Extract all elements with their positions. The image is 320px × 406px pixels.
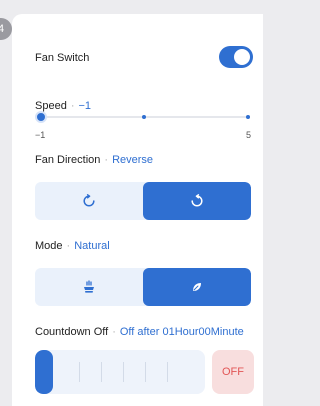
mode-selector [35, 268, 251, 306]
countdown-tick [145, 362, 146, 382]
countdown-header: Countdown Off · Off after 01Hour00Minute [35, 326, 244, 338]
countdown-label: Countdown Off [35, 326, 109, 338]
countdown-value: Off after 01Hour00Minute [119, 326, 244, 338]
fan-normal-icon [84, 280, 94, 293]
direction-header: Fan Direction · Reverse [35, 154, 153, 166]
speed-step-dot [142, 115, 146, 119]
rotate-ccw-icon [83, 194, 95, 207]
mode-value: Natural [74, 240, 110, 252]
speed-slider[interactable] [35, 111, 250, 123]
fan-switch-toggle[interactable] [219, 46, 253, 68]
separator-dot: · [70, 100, 75, 112]
countdown-tick [101, 362, 102, 382]
mode-normal-option[interactable] [35, 268, 143, 306]
speed-step-dot [246, 115, 250, 119]
countdown-tick [167, 362, 168, 382]
speed-header: Speed · −1 [35, 100, 263, 112]
leaf-icon [193, 283, 201, 291]
speed-value: −1 [78, 100, 92, 112]
speed-slider-thumb[interactable] [35, 111, 47, 123]
toggle-knob [234, 49, 250, 65]
mode-label: Mode [35, 240, 63, 252]
direction-value: Reverse [112, 154, 154, 166]
speed-max-label: 5 [246, 130, 252, 140]
direction-selector [35, 182, 251, 220]
direction-label: Fan Direction [35, 154, 101, 166]
direction-reverse-option[interactable] [143, 182, 251, 220]
countdown-tick [79, 362, 80, 382]
step-badge: 4 [0, 18, 12, 40]
countdown-slider[interactable] [35, 350, 205, 394]
speed-min-label: −1 [35, 130, 46, 140]
direction-forward-option[interactable] [35, 182, 143, 220]
separator-dot: · [112, 326, 116, 338]
mode-natural-option[interactable] [143, 268, 251, 306]
countdown-slider-fill[interactable] [35, 350, 53, 394]
countdown-tick [123, 362, 124, 382]
separator-dot: · [104, 154, 109, 166]
mode-header: Mode · Natural [35, 240, 110, 252]
countdown-off-button[interactable]: OFF [212, 350, 254, 394]
rotate-cw-icon [191, 194, 203, 207]
separator-dot: · [66, 240, 71, 252]
